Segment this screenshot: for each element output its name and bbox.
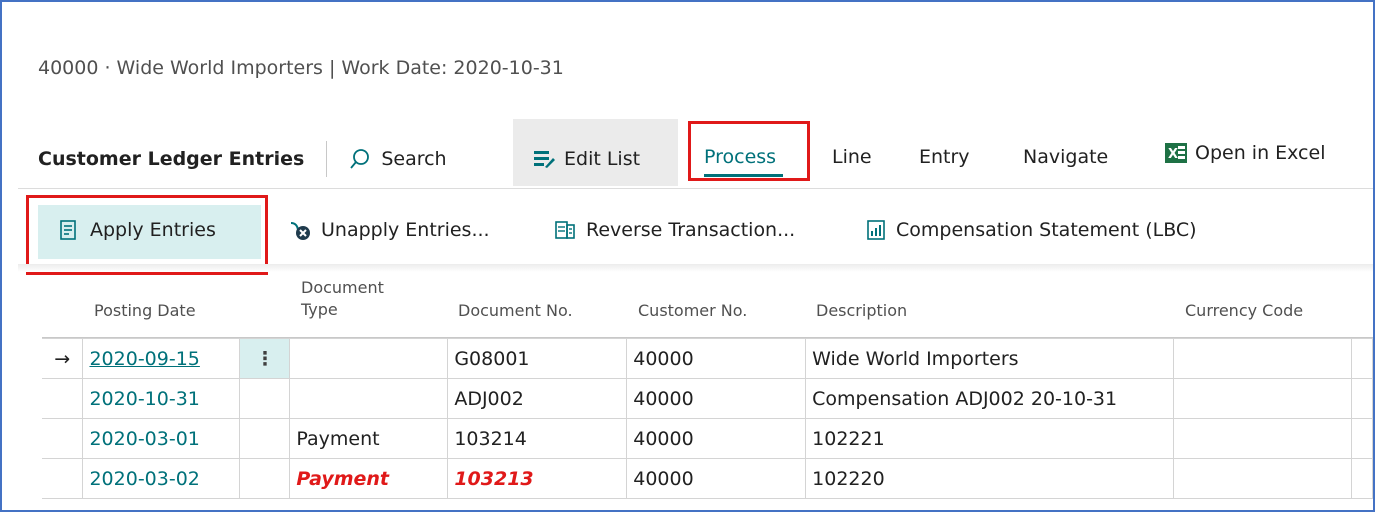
header-document-type[interactable]: Document Type <box>301 277 384 321</box>
header-document-type-line2: Type <box>301 300 338 319</box>
description-cell: 102221 <box>805 418 1175 459</box>
row-menu-cell[interactable] <box>239 418 291 459</box>
currency-code-cell <box>1173 378 1352 419</box>
table-row[interactable]: 2020-10-31 ADJ002 40000 Compensation ADJ… <box>42 378 1373 419</box>
row-menu-cell[interactable] <box>239 378 291 419</box>
search-button[interactable]: Search <box>349 142 447 176</box>
document-no-cell: ADJ002 <box>447 378 628 419</box>
row-marker-cell <box>42 378 84 419</box>
apply-entries-icon <box>58 219 80 241</box>
unapply-entries-icon <box>289 219 311 241</box>
description-cell: Compensation ADJ002 20-10-31 <box>805 378 1175 419</box>
row-selected-arrow-icon: → <box>42 338 84 379</box>
search-label: Search <box>381 148 447 170</box>
ledger-entries-table: → 2020-09-15 ⋮ G08001 40000 Wide World I… <box>42 338 1373 499</box>
currency-code-cell <box>1173 338 1352 379</box>
edit-list-button[interactable]: Edit List <box>533 142 640 176</box>
document-no-cell: G08001 <box>447 338 628 379</box>
apply-entries-button[interactable]: Apply Entries <box>58 219 216 241</box>
compensation-statement-label: Compensation Statement (LBC) <box>896 219 1197 241</box>
report-icon <box>866 219 886 241</box>
document-no-cell: 103213 <box>447 458 628 499</box>
trailing-cell <box>1350 418 1373 459</box>
currency-code-cell <box>1173 418 1352 459</box>
description-cell: 102220 <box>805 458 1175 499</box>
posting-date-link[interactable]: 2020-03-01 <box>89 428 199 450</box>
header-posting-date[interactable]: Posting Date <box>94 301 196 320</box>
document-type-cell <box>289 338 449 379</box>
currency-code-cell <box>1173 458 1352 499</box>
page-frame: 40000 · Wide World Importers | Work Date… <box>0 0 1375 512</box>
apply-entries-label: Apply Entries <box>90 219 216 241</box>
customer-no-cell: 40000 <box>626 418 807 459</box>
open-in-excel-label: Open in Excel <box>1195 142 1326 164</box>
unapply-entries-label: Unapply Entries... <box>321 219 490 241</box>
customer-no-cell: 40000 <box>626 338 807 379</box>
customer-no-cell: 40000 <box>626 458 807 499</box>
row-marker-cell <box>42 458 84 499</box>
open-in-excel-button[interactable]: X Open in Excel <box>1165 142 1325 164</box>
edit-list-label: Edit List <box>564 148 641 170</box>
list-caption: Customer Ledger Entries <box>38 148 305 170</box>
trailing-cell <box>1350 338 1373 379</box>
header-document-no[interactable]: Document No. <box>458 301 573 320</box>
action-bar: Customer Ledger Entries Search <box>38 141 447 177</box>
header-currency-code[interactable]: Currency Code <box>1185 301 1303 320</box>
reverse-transaction-icon <box>554 219 576 241</box>
reverse-transaction-button[interactable]: Reverse Transaction... <box>554 219 795 241</box>
document-type-cell: Payment <box>289 458 449 499</box>
row-menu-icon[interactable]: ⋮ <box>239 338 291 379</box>
document-no-cell: 103214 <box>447 418 628 459</box>
action-bar-separator <box>326 141 328 177</box>
row-marker-cell <box>42 418 84 459</box>
header-document-type-line1: Document <box>301 278 384 297</box>
compensation-statement-button[interactable]: Compensation Statement (LBC) <box>866 219 1197 241</box>
menu-line[interactable]: Line <box>832 146 872 168</box>
action-bar-shadow <box>18 264 1373 272</box>
process-highlight-box <box>688 121 810 181</box>
reverse-transaction-label: Reverse Transaction... <box>586 219 796 241</box>
edit-list-icon <box>533 149 555 169</box>
page-title: 40000 · Wide World Importers | Work Date… <box>38 57 564 79</box>
table-row[interactable]: → 2020-09-15 ⋮ G08001 40000 Wide World I… <box>42 338 1373 379</box>
posting-date-link[interactable]: 2020-10-31 <box>89 388 199 410</box>
menu-entry[interactable]: Entry <box>919 146 970 168</box>
svg-text:X: X <box>1168 147 1178 162</box>
posting-date-link[interactable]: 2020-03-02 <box>89 468 199 490</box>
posting-date-link[interactable]: 2020-09-15 <box>89 348 199 370</box>
unapply-entries-button[interactable]: Unapply Entries... <box>289 219 490 241</box>
menu-navigate[interactable]: Navigate <box>1023 146 1108 168</box>
document-type-cell: Payment <box>289 418 449 459</box>
row-menu-cell[interactable] <box>239 458 291 499</box>
table-row[interactable]: 2020-03-01 Payment 103214 40000 102221 <box>42 418 1373 459</box>
description-cell: Wide World Importers <box>805 338 1175 379</box>
document-type-cell <box>289 378 449 419</box>
action-bar-divider <box>18 188 1373 189</box>
customer-no-cell: 40000 <box>626 378 807 419</box>
excel-icon: X <box>1165 143 1187 163</box>
search-icon <box>349 148 371 170</box>
header-description[interactable]: Description <box>816 301 907 320</box>
table-row[interactable]: 2020-03-02 Payment 103213 40000 102220 <box>42 458 1373 499</box>
header-customer-no[interactable]: Customer No. <box>638 301 747 320</box>
trailing-cell <box>1350 378 1373 419</box>
trailing-cell <box>1350 458 1373 499</box>
